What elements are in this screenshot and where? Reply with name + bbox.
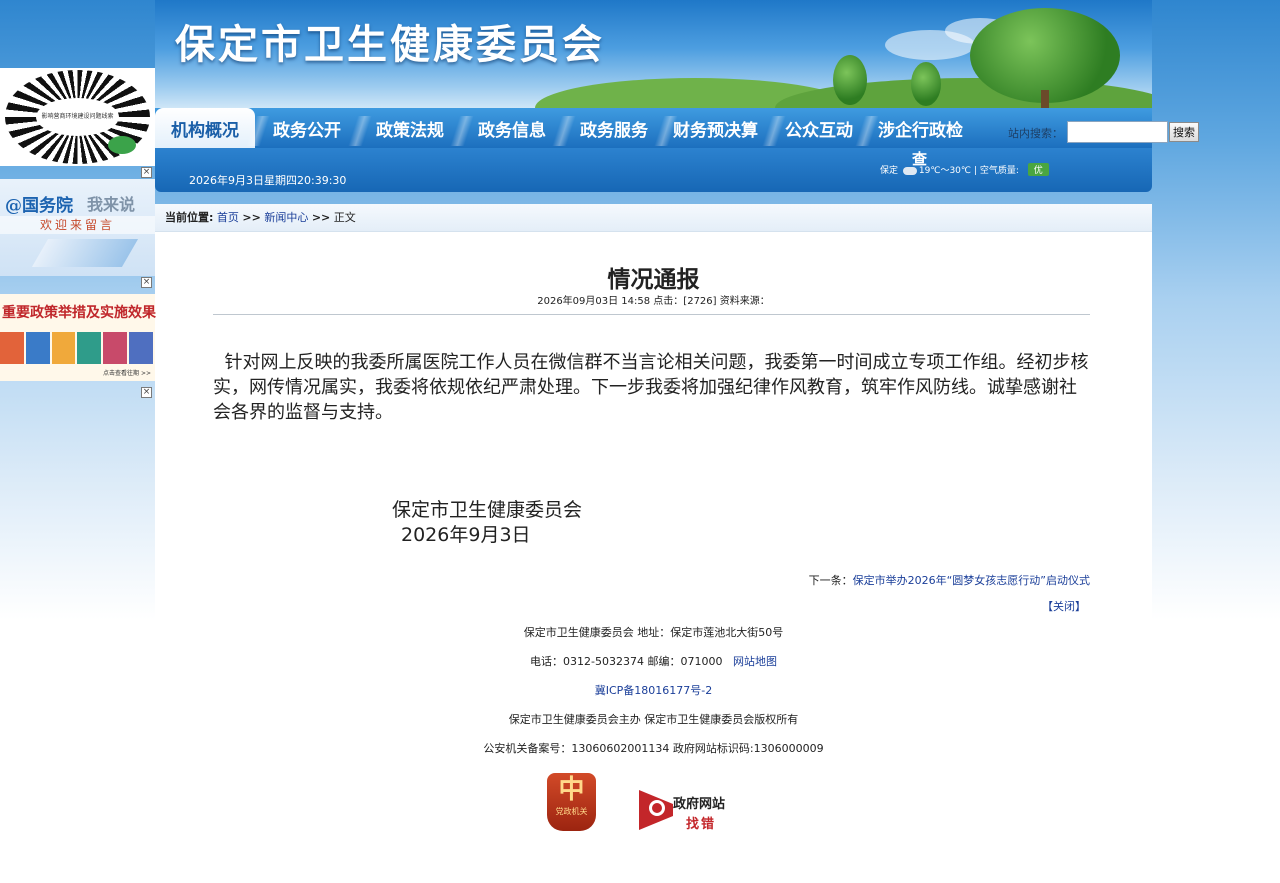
- main-content: 当前位置: 首页 >> 新闻中心 >> 正文 情况通报 2026年09月03日 …: [155, 204, 1152, 883]
- i-speak-label: 我来说: [87, 195, 136, 214]
- policy-tile: [129, 332, 153, 364]
- footer-copyright: 保定市卫生健康委员会主办 保定市卫生健康委员会版权所有: [508, 713, 799, 726]
- tree-icon: [911, 62, 941, 106]
- policy-tile: [51, 332, 76, 364]
- policy-illustration: [0, 332, 155, 364]
- header-banner: 保定市卫生健康委员会: [155, 0, 1152, 108]
- article-divider: [213, 314, 1090, 315]
- breadcrumb-home-link[interactable]: 首页: [217, 211, 239, 224]
- breadcrumb-separator: >>: [242, 211, 261, 224]
- article-title: 情况通报: [607, 267, 700, 293]
- breadcrumb-separator: >>: [311, 211, 331, 224]
- footer-contact-text: 电话：0312-5032374 邮编：071000: [530, 655, 723, 668]
- state-council-message-banner[interactable]: @国务院 我来说 欢迎来留言: [0, 179, 155, 276]
- policy-tile: [103, 332, 128, 364]
- site-title: 保定市卫生健康委员会: [175, 21, 605, 68]
- nav-separator: [552, 116, 576, 146]
- close-policy-button[interactable]: ×: [141, 387, 152, 398]
- close-state-council-button[interactable]: ×: [141, 277, 152, 288]
- leave-message-label: 欢迎来留言: [0, 216, 155, 234]
- footer-icp: 冀ICP备18016177号-2: [155, 682, 1152, 698]
- signature-date: 2026年9月3日: [401, 524, 531, 546]
- nav-item-public-interaction[interactable]: 公众互动: [785, 108, 853, 148]
- article-meta: 2026年09月03日 14:58 点击：[2726] 资料来源：: [537, 296, 770, 307]
- cloud-icon: [902, 166, 917, 175]
- policy-tile: [77, 332, 102, 364]
- nav-item-enterprise-inspection[interactable]: 涉企行政检: [878, 108, 963, 148]
- icp-link[interactable]: 冀ICP备18016177号-2: [595, 684, 713, 697]
- party-government-badge[interactable]: 中 党政机关: [547, 773, 596, 831]
- emblem-icon: 中: [558, 775, 585, 805]
- key-policy-title: 重要政策举措及实施效果: [2, 305, 156, 321]
- signature-organization: 保定市卫生健康委员会: [392, 499, 583, 521]
- close-link[interactable]: 【关闭】: [1042, 598, 1086, 614]
- footer-police-record: 公安机关备案号：13060602001134 政府网站标识码:130600000…: [483, 742, 824, 755]
- article-body: 针对网上反映的我委所属医院工作人员在微信群不当言论相关问题，我委第一时间成立专项…: [213, 350, 1093, 425]
- tree-icon: [833, 55, 867, 105]
- footer-contact: 电话：0312-5032374 邮编：071000 网站地图: [155, 653, 1152, 669]
- main-nav: 机构概况 政务公开 政策法规 政务信息 政务服务 财务预决算 公众互动 涉企行政…: [155, 108, 1152, 148]
- tree-icon: [970, 8, 1120, 103]
- search-input[interactable]: [1067, 121, 1168, 143]
- policy-tile: [25, 332, 50, 364]
- next-article-link[interactable]: 保定市举办2026年“圆梦女孩志愿行动”启动仪式: [853, 574, 1090, 587]
- breadcrumb-label: 当前位置:: [165, 211, 214, 224]
- status-bar: 2026年9月3日星期四20:39:30 查 保定 19℃～30℃ | 空气质量…: [155, 148, 1152, 192]
- weather-temperature: 19℃～30℃: [918, 166, 972, 176]
- party-badge-caption: 党政机关: [555, 807, 588, 816]
- breadcrumb: 当前位置: 首页 >> 新闻中心 >> 正文: [155, 204, 1152, 232]
- weather-city: 保定: [880, 166, 899, 176]
- gov-site-find-error-badge[interactable]: 政府网站 找错: [639, 790, 739, 834]
- state-council-label: @国务院: [5, 196, 73, 216]
- article-body-text: 针对网上反映的我委所属医院工作人员在微信群不当言论相关问题，我委第一时间成立专项…: [213, 352, 1089, 423]
- nav-separator: [450, 116, 474, 146]
- air-quality-label: 空气质量:: [979, 166, 1019, 176]
- tree-trunk: [1041, 90, 1049, 108]
- sitemap-link[interactable]: 网站地图: [733, 655, 777, 668]
- nav-separator: [855, 116, 879, 146]
- nav-item-policy-law[interactable]: 政策法规: [376, 108, 444, 148]
- hand-graphic: [31, 239, 139, 267]
- policy-tile: [0, 332, 24, 364]
- search-button[interactable]: 搜索: [1169, 122, 1199, 142]
- qr-caption: 影响营商环境建设问题线索: [41, 113, 114, 120]
- find-error-label: 找错: [686, 817, 717, 832]
- air-quality-badge: 优: [1027, 163, 1049, 176]
- search-label: 站内搜索：: [1008, 127, 1063, 140]
- mini-program-qr[interactable]: 影响营商环境建设问题线索: [0, 68, 155, 166]
- breadcrumb-news-link[interactable]: 新闻中心: [264, 211, 308, 224]
- nav-item-about[interactable]: 机构概况: [155, 108, 255, 148]
- key-policy-more: 点击查看往期 >>: [103, 370, 151, 377]
- nav-item-gov-info[interactable]: 政务信息: [478, 108, 546, 148]
- current-datetime: 2026年9月3日星期四20:39:30: [189, 174, 347, 187]
- key-policy-banner[interactable]: 重要政策举措及实施效果 点击查看往期 >>: [0, 294, 156, 381]
- magnifier-icon: [649, 800, 665, 816]
- nav-item-budget[interactable]: 财务预决算: [673, 108, 758, 148]
- nav-separator: [762, 116, 786, 146]
- weather-separator: |: [973, 166, 977, 176]
- nav-separator: [348, 116, 372, 146]
- nav-item-gov-service[interactable]: 政务服务: [580, 108, 648, 148]
- mini-program-icon: [108, 136, 136, 154]
- footer-address: 保定市卫生健康委员会 地址：保定市莲池北大街50号: [523, 626, 784, 639]
- next-article: 下一条：保定市举办2026年“圆梦女孩志愿行动”启动仪式: [809, 572, 1090, 588]
- nav-item-gov-affairs-open[interactable]: 政务公开: [273, 108, 341, 148]
- gov-site-label: 政府网站: [673, 797, 726, 812]
- breadcrumb-current: 正文: [333, 211, 356, 224]
- next-article-label: 下一条：: [808, 574, 853, 587]
- close-qr-button[interactable]: ×: [141, 167, 152, 178]
- weather-widget: 保定 19℃～30℃ | 空气质量: 优: [880, 163, 1049, 176]
